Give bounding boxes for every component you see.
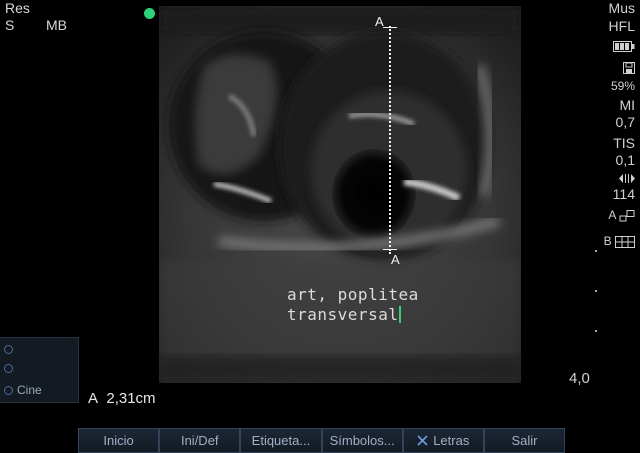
floppy-disk-icon (623, 62, 635, 77)
measurement-label: A (88, 390, 99, 407)
cine-option-2[interactable] (4, 364, 17, 373)
orientation-marker (144, 8, 155, 19)
softkey-simbolos[interactable]: Símbolos... (321, 428, 403, 453)
softkey-letras-label: Letras (433, 433, 470, 448)
resolution-mode-mb: MB (46, 17, 67, 33)
cine-option-3-label: Cine (17, 383, 42, 397)
depth-scale-tick (595, 330, 597, 332)
caliper-bottom-crosshair[interactable] (383, 249, 397, 250)
text-cursor (399, 306, 402, 323)
resolution-label: Res (5, 0, 30, 16)
tis-value: 0,1 (615, 152, 635, 168)
gain-icon (619, 172, 635, 187)
depth-scale-tick (595, 290, 597, 292)
softkey-salir-label: Salir (511, 433, 538, 448)
cine-option-3[interactable]: Cine (4, 383, 42, 397)
cine-panel: Cine (0, 337, 79, 403)
measurement-readout: A 2,31cm (88, 390, 156, 407)
caliper-top-crosshair[interactable] (383, 27, 397, 28)
caliper-top-label: A (375, 14, 384, 29)
radio-circle-icon (4, 385, 13, 395)
softkey-inicio-label: Inicio (103, 433, 134, 448)
mi-label: MI (619, 97, 635, 113)
mi-value: 0,7 (615, 114, 635, 130)
preset-label: Mus (608, 0, 635, 16)
transducer-label: HFL (608, 18, 635, 34)
softkey-etiqueta-label: Etiqueta... (251, 433, 311, 448)
ultrasound-image[interactable] (159, 6, 521, 383)
annotation-line-1[interactable]: art, poplitea (287, 285, 419, 304)
softkey-etiqueta[interactable]: Etiqueta... (240, 428, 322, 453)
mode-b-label: B (603, 234, 612, 248)
annotation-line-2-text: transversal (287, 305, 399, 324)
caliper-line (389, 26, 391, 254)
cine-option-1[interactable] (4, 345, 17, 354)
mode-b-indicator: B (604, 234, 635, 249)
softkey-simbolos-label: Símbolos... (329, 433, 395, 448)
radio-circle-icon (4, 345, 13, 354)
mode-a-label: A (608, 208, 616, 222)
tis-label: TIS (613, 135, 635, 151)
x-icon (417, 435, 428, 446)
mode-a-indicator: A (608, 208, 635, 223)
softkey-inicio[interactable]: Inicio (78, 428, 160, 453)
depth-scale-tick (595, 250, 597, 252)
battery-icon (613, 40, 635, 55)
gain-value: 114 (612, 186, 635, 202)
measurement-value: 2,31cm (106, 390, 156, 407)
resolution-mode-s: S (5, 17, 15, 33)
caliper-bottom-label: A (391, 252, 400, 267)
radio-circle-icon (4, 364, 13, 373)
softkey-ini-def[interactable]: Ini/Def (159, 428, 241, 453)
right-info-panel: Mus HFL 59% MI 0,7 TIS 0,1 114 A B (583, 0, 640, 260)
storage-percent: 59% (610, 79, 635, 93)
annotation-line-2[interactable]: transversal (287, 305, 402, 324)
softkey-bar: Inicio Ini/Def Etiqueta... Símbolos... L… (78, 428, 566, 453)
softkey-salir[interactable]: Salir (483, 428, 566, 453)
softkey-letras[interactable]: Letras (402, 428, 484, 453)
depth-readout: 4,0 (569, 370, 590, 387)
softkey-ini-def-label: Ini/Def (180, 433, 219, 448)
